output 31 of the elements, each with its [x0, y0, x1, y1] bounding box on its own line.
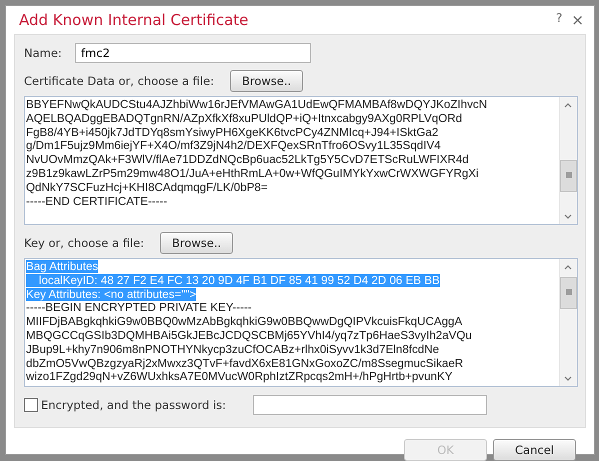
checkbox[interactable] [24, 398, 38, 412]
scrollbar[interactable] [559, 97, 577, 224]
text-line: FgB8/4YB+i450jk7JdTDYq8smYsiwyPH6XgeKK6tvcPCy4ZNMIcq+J94+ISktGa2 [26, 126, 440, 140]
text-line: BBYEFNwQkAUDCStu4AJZhbiWw16rJEfVMAwGA1UdEwQFMAMBAf8wDQYJKoZIhvcN [26, 98, 488, 112]
certificate-textarea[interactable] [24, 96, 578, 225]
encrypted-label: Encrypted, and the password is: [41, 398, 228, 412]
text-line: -----BEGIN ENCRYPTED PRIVATE KEY----- [26, 301, 253, 316]
text-line: wizo1FZgd29qN+vZ6WUxhksA7E0MVucW0RphIztZRpcqs2mH+/hPgHrtb+pvunKY [26, 370, 454, 384]
text-line: -----END CERTIFICATE----- [26, 194, 168, 208]
name-input[interactable]: fmc2 [75, 43, 311, 63]
cancel-button[interactable]: Cancel [493, 439, 576, 461]
dialog-title: Add Known Internal Certificate [18, 11, 248, 29]
text-line: MBQGCCqGSIb3DQMHBAi5GkJEBcJCDQSCBMj65YVhI4/yq7zTp6HaeS3vyIh2aVQu [26, 328, 473, 343]
browse-button[interactable]: Browse.. [230, 70, 304, 92]
certificate-label: Certificate Data or, choose a file: [24, 74, 214, 88]
text-line: NvUOvMmzQAk+F3WlV/flAe71DDZdNQcBp6uac52LkTg5Y5CvD7ETScRuLWFIXR4d [26, 153, 470, 167]
close-icon[interactable]: × [571, 11, 584, 29]
key-label: Key or, choose a file: [24, 236, 144, 250]
text-line: AQELBQADggEBADQTgnRN/AZpXfkXf8xuPUldQP+iQ+Itnxcabgy9AXg0RPLVqORd [26, 112, 464, 126]
text-line: g/Dm1F5ujz9Mm6iejYF+X4O/mf3Z9jN4h2/DEXFQexSRnTfro6OSvy1L35SqdIV4 [26, 139, 442, 154]
browse-button[interactable]: Browse.. [160, 232, 234, 254]
scrollbar[interactable] [559, 259, 577, 386]
help-icon[interactable]: ? [556, 11, 562, 29]
text-line: MIIFDjBABgkqhkiG9w0BBQ0wMzAbBgkqhkiG9w0BBQwwDgQIPVkcuisFkqUCAggA [26, 315, 464, 329]
text-line: QdNkY7SCFuzHcj+KHI8CAdqmqgF/LK/0bP8= [26, 180, 269, 195]
key-textarea[interactable] [24, 258, 578, 387]
text-line: JBup9L+khy7n906m8nPNOTHYNkycp3zuCfOCABz+rlhx0iSyvv1k3d7Eln8fcdNe [26, 342, 440, 357]
text-line: dbZmO5VwQBzgzyaRj2xMwxz3QTvF+favdX6xE81GNxGoxoZC/m8SsegmucSikaeR [26, 356, 464, 370]
text-line: z9B1z9kawLZrP5m29mw48O1/JuA+eHthRmLA+0w+WfQGuIMYkYxwCrWXWGFYRgXi [26, 166, 480, 181]
name-label: Name: [24, 46, 63, 60]
password-input[interactable] [253, 395, 487, 415]
